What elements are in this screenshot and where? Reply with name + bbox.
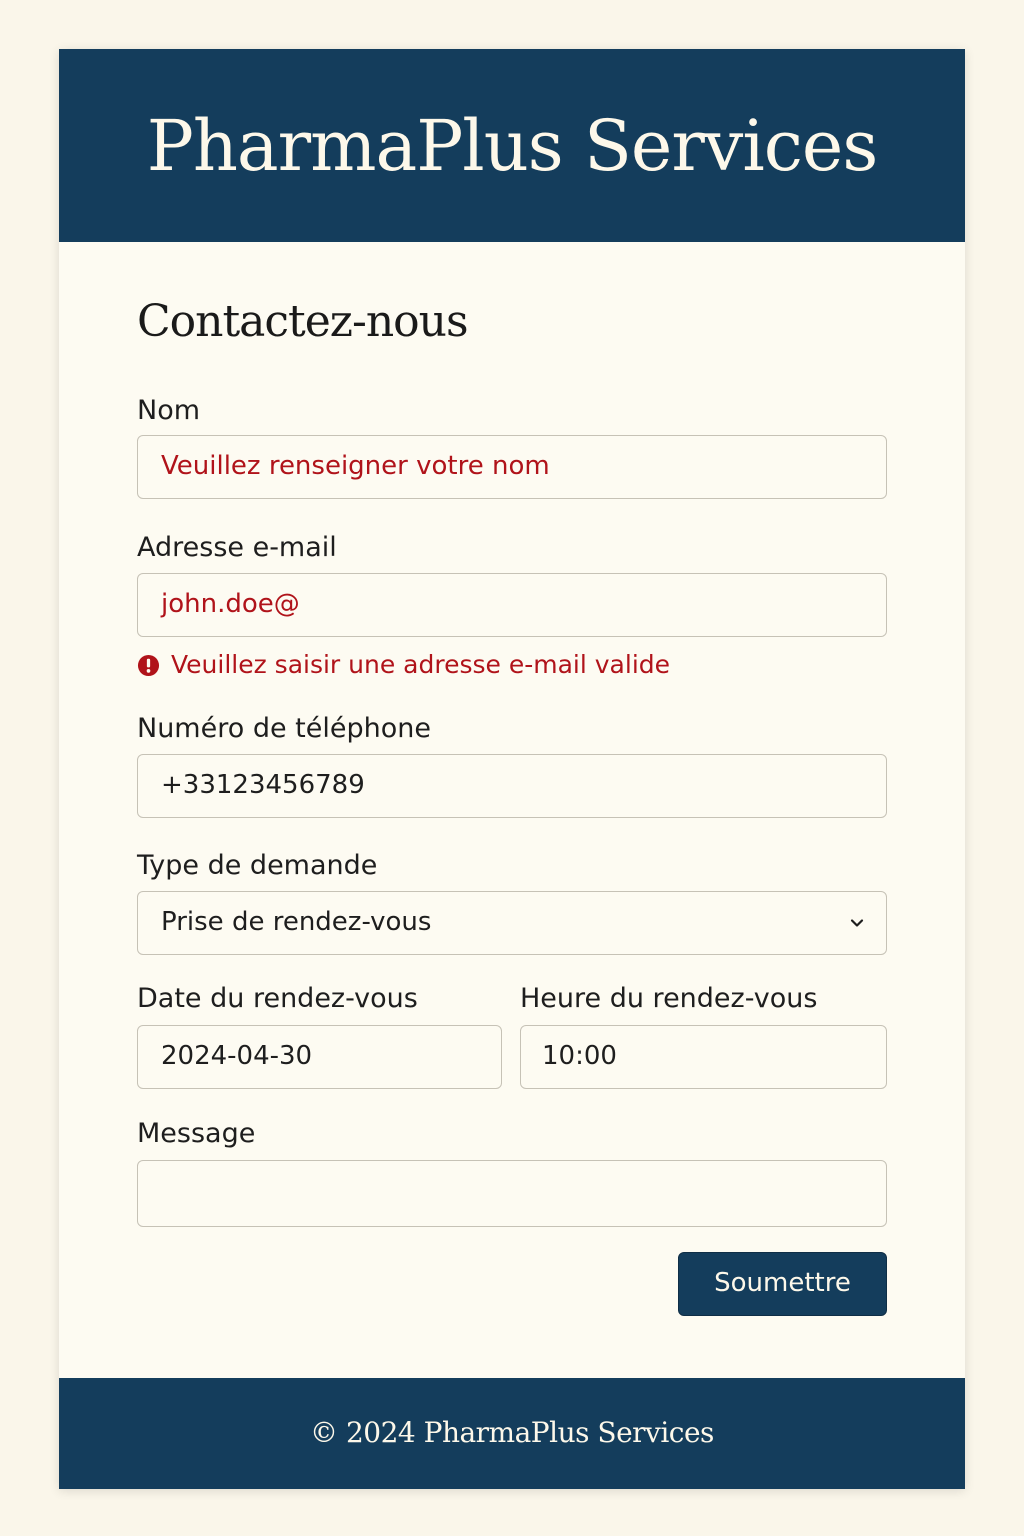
email-error-text: Veuillez saisir une adresse e-mail valid… — [171, 650, 671, 679]
date-field-value: 2024-04-30 — [161, 1041, 313, 1071]
date-field[interactable]: 2024-04-30 — [137, 1025, 502, 1089]
contact-card: PharmaPlus Services Contactez-nous Nom V… — [59, 49, 965, 1489]
name-field[interactable]: Veuillez renseigner votre nom — [137, 435, 887, 499]
request-type-select[interactable]: Prise de rendez-vous — [137, 891, 887, 955]
time-label: Heure du rendez-vous — [520, 983, 818, 1014]
email-label: Adresse e-mail — [137, 532, 337, 563]
email-error: Veuillez saisir une adresse e-mail valid… — [137, 647, 670, 683]
name-field-value: Veuillez renseigner votre nom — [161, 451, 550, 481]
brand-title: PharmaPlus Services — [146, 105, 879, 187]
exclamation-circle-icon — [137, 654, 160, 676]
phone-field-value: +33123456789 — [161, 770, 365, 800]
email-field[interactable]: john.doe@ — [137, 573, 887, 637]
site-header: PharmaPlus Services — [59, 49, 965, 242]
message-label: Message — [137, 1118, 256, 1149]
time-field[interactable]: 10:00 — [520, 1025, 887, 1089]
phone-field[interactable]: +33123456789 — [137, 754, 887, 818]
chevron-down-icon — [850, 919, 864, 927]
request-type-value: Prise de rendez-vous — [161, 907, 432, 937]
email-field-value: john.doe@ — [161, 589, 300, 619]
phone-label: Numéro de téléphone — [137, 713, 431, 744]
site-footer: © 2024 PharmaPlus Services — [59, 1378, 965, 1489]
time-field-value: 10:00 — [542, 1041, 617, 1071]
message-field[interactable] — [137, 1160, 887, 1227]
footer-copyright: © 2024 PharmaPlus Services — [310, 1416, 714, 1449]
name-label: Nom — [137, 395, 201, 426]
page-title: Contactez-nous — [137, 296, 469, 347]
request-type-label: Type de demande — [137, 850, 378, 881]
submit-button[interactable]: Soumettre — [678, 1252, 887, 1316]
date-label: Date du rendez-vous — [137, 983, 418, 1014]
